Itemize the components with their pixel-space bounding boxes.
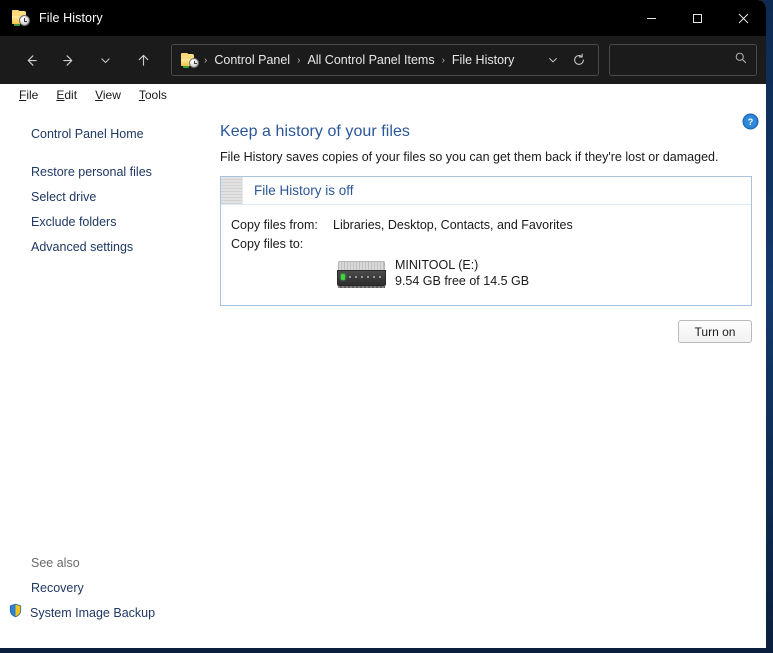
title-bar: File History <box>0 0 766 36</box>
search-box[interactable] <box>609 44 757 76</box>
menu-edit-rest: dit <box>64 88 78 102</box>
breadcrumb-item-file-history[interactable]: File History <box>447 51 520 69</box>
sidebar-task-list: Restore personal files Select drive Excl… <box>0 160 215 260</box>
copy-files-to-row: Copy files to: <box>231 237 751 251</box>
action-row: Turn on <box>220 320 752 343</box>
breadcrumb-separator: › <box>441 54 445 66</box>
address-bar[interactable]: › Control Panel › All Control Panel Item… <box>171 44 599 76</box>
sidebar-top-group: Control Panel Home <box>0 123 215 146</box>
drive-info: MINITOOL (E:) 9.54 GB free of 14.5 GB <box>395 256 529 289</box>
window-controls <box>628 0 766 36</box>
main-panel: ? Keep a history of your files File Hist… <box>215 107 766 648</box>
copy-files-from-row: Copy files from: Libraries, Desktop, Con… <box>231 218 751 232</box>
copy-files-from-value: Libraries, Desktop, Contacts, and Favori… <box>333 218 573 232</box>
up-button[interactable] <box>128 45 158 75</box>
status-header: File History is off <box>221 177 751 205</box>
close-button[interactable] <box>720 0 766 36</box>
uac-shield-icon <box>8 603 23 623</box>
menu-view-rest: iew <box>102 88 121 102</box>
breadcrumb-separator: › <box>204 54 208 66</box>
target-drive-row: MINITOOL (E:) 9.54 GB free of 14.5 GB <box>231 256 751 289</box>
forward-button[interactable] <box>53 45 83 75</box>
see-also-item-recovery[interactable]: Recovery <box>0 577 215 600</box>
status-details: Copy files from: Libraries, Desktop, Con… <box>221 205 751 305</box>
breadcrumb-dropdown-chevron-down-icon[interactable] <box>540 47 566 73</box>
breadcrumb-file-history-icon <box>180 52 202 68</box>
svg-text:?: ? <box>748 117 753 127</box>
breadcrumb-item-control-panel[interactable]: Control Panel <box>209 51 295 69</box>
menu-view-accel: V <box>95 88 103 102</box>
copy-files-from-label: Copy files from: <box>231 218 318 232</box>
breadcrumb: › Control Panel › All Control Panel Item… <box>180 51 540 69</box>
page-description: File History saves copies of your files … <box>220 150 719 164</box>
see-also-item-system-image-backup-label: System Image Backup <box>30 606 156 620</box>
sidebar-item-advanced-settings[interactable]: Advanced settings <box>0 235 215 260</box>
see-also-heading: See also <box>31 556 80 570</box>
turn-on-button[interactable]: Turn on <box>678 320 752 343</box>
copy-files-to-label: Copy files to: <box>231 237 304 251</box>
page-title: Keep a history of your files <box>220 123 410 140</box>
breadcrumb-separator: › <box>297 54 301 66</box>
drive-name: MINITOOL (E:) <box>395 258 479 272</box>
window-title: File History <box>39 11 103 25</box>
status-badge: File History is off <box>254 183 354 198</box>
menu-bar: File Edit View Tools <box>0 84 766 107</box>
menu-view[interactable]: View <box>86 86 130 104</box>
title-bar-left: File History <box>0 10 103 26</box>
search-input[interactable] <box>618 53 734 67</box>
external-hard-drive-icon <box>333 256 395 288</box>
menu-tools-rest: ools <box>144 88 167 102</box>
menu-file-rest: ile <box>26 88 39 102</box>
menu-tools[interactable]: Tools <box>130 86 176 104</box>
see-also-item-system-image-backup[interactable]: System Image Backup <box>0 600 215 626</box>
minimize-button[interactable] <box>628 0 674 36</box>
sidebar-item-control-panel-home[interactable]: Control Panel Home <box>0 123 215 146</box>
sidebar-item-restore-personal-files[interactable]: Restore personal files <box>0 160 215 185</box>
sidebar-item-exclude-folders[interactable]: Exclude folders <box>0 210 215 235</box>
menu-file[interactable]: File <box>10 86 47 104</box>
see-also-section: See also Recovery System Image Backup <box>0 556 215 648</box>
help-button[interactable]: ? <box>742 113 759 130</box>
menu-edit[interactable]: Edit <box>47 86 86 104</box>
search-icon <box>734 51 748 70</box>
drive-capacity: 9.54 GB free of 14.5 GB <box>395 274 530 288</box>
breadcrumb-item-all-control-panel-items[interactable]: All Control Panel Items <box>302 51 439 69</box>
status-indicator-icon <box>221 177 243 204</box>
sidebar: Control Panel Home Restore personal file… <box>0 107 215 648</box>
refresh-icon[interactable] <box>566 47 592 73</box>
back-button[interactable] <box>16 45 46 75</box>
content-area: Control Panel Home Restore personal file… <box>0 107 766 648</box>
status-panel: File History is off Copy files from: Lib… <box>220 176 752 306</box>
file-history-window: File History › Control Panel › All Contr… <box>0 0 766 648</box>
file-history-folder-clock-icon <box>12 10 30 26</box>
sidebar-item-select-drive[interactable]: Select drive <box>0 185 215 210</box>
navigation-bar: › Control Panel › All Control Panel Item… <box>0 36 766 84</box>
maximize-button[interactable] <box>674 0 720 36</box>
recent-locations-chevron-down-icon[interactable] <box>90 45 120 75</box>
